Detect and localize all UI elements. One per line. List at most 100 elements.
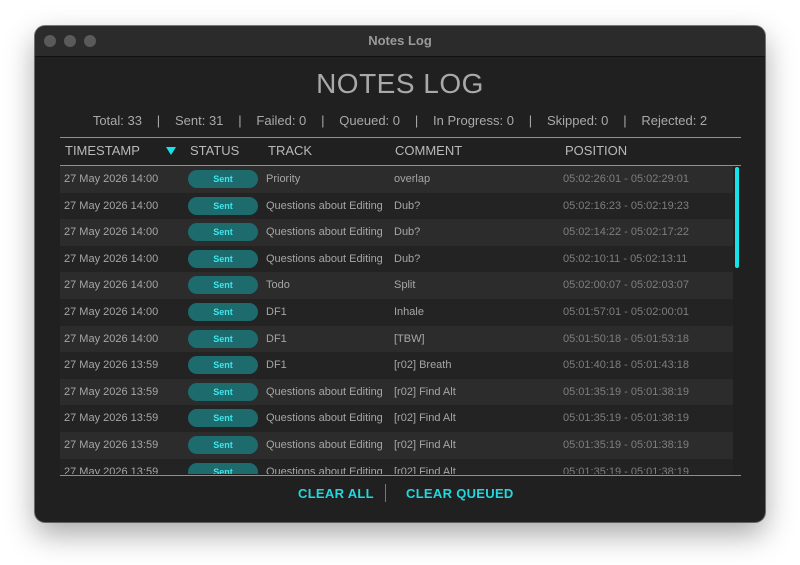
table-row[interactable]: 27 May 2026 13:59 Sent DF1 [r02] Breath 05:0… [60, 352, 733, 379]
stat-queued: Queued: 0 [339, 113, 401, 128]
timestamp-cell: 27 May 2026 14:00 [64, 252, 159, 265]
timestamp-cell: 27 May 2026 14:00 [64, 332, 159, 345]
track-cell: Questions about Editing [266, 412, 383, 425]
timestamp-cell: 27 May 2026 14:00 [64, 279, 159, 292]
table-row[interactable]: 27 May 2026 13:59 Sent Questions about Edi… [60, 458, 733, 474]
comment-cell: [r02] Find Alt [394, 385, 456, 398]
status-badge: Sent [188, 303, 258, 321]
status-badge: Sent [188, 170, 258, 188]
stat-rejected: Rejected: 2 [641, 113, 708, 128]
table-row[interactable]: 27 May 2026 13:59 Sent Questions about Edi… [60, 432, 733, 459]
track-cell: Questions about Editing [266, 385, 383, 398]
table-row[interactable]: 27 May 2026 14:00 Sent Questions about Edi… [60, 219, 733, 246]
track-cell: Priority [266, 173, 301, 185]
column-header-position[interactable]: POSITION [565, 143, 627, 158]
timestamp-cell: 27 May 2026 14:00 [64, 306, 159, 318]
table-bottom-divider [60, 475, 741, 476]
comment-cell: [TBW] [394, 332, 425, 345]
clear-queued-button[interactable]: CLEAR QUEUED [406, 486, 514, 501]
timestamp-cell: 27 May 2026 14:00 [64, 199, 159, 212]
comment-cell: [r02] Find Alt [394, 412, 456, 425]
timestamp-cell: 27 May 2026 14:00 [64, 226, 159, 239]
track-cell: Questions about Editing [266, 226, 383, 239]
timestamp-cell: 27 May 2026 13:59 [64, 439, 159, 451]
stat-separator: | [528, 113, 533, 128]
track-cell: DF1 [266, 359, 287, 372]
timestamp-cell: 27 May 2026 13:59 [64, 465, 159, 474]
comment-cell: overlap [394, 173, 431, 185]
page-title: NOTES LOG [316, 68, 484, 99]
position-cell: 05:01:35:19 - 05:01:38:19 [563, 385, 689, 398]
track-cell: Questions about Editing [266, 439, 383, 451]
comment-cell: Dub? [394, 252, 421, 265]
table-row[interactable]: 27 May 2026 13:59 Sent Questions about Edi… [60, 405, 733, 432]
position-cell: 05:01:50:18 - 05:01:53:18 [563, 332, 689, 345]
status-badge: Sent [188, 436, 258, 454]
column-header-comment[interactable]: COMMENT [395, 143, 462, 158]
comment-cell: Dub? [394, 199, 421, 212]
table-row[interactable]: 27 May 2026 14:00 Sent Questions about Edi… [60, 245, 733, 273]
stats-bar: Total: 33 | Sent: 31 | Failed: 0 | Queued: 0 | I… [35, 113, 765, 128]
track-cell: Questions about Editing [266, 465, 383, 474]
position-cell: 05:01:35:19 - 05:01:38:19 [563, 412, 689, 425]
scrollbar-thumb[interactable] [735, 167, 739, 268]
header-top-divider [60, 137, 741, 138]
comment-cell: Dub? [394, 226, 421, 239]
comment-cell: Split [394, 279, 416, 292]
window-title: Notes Log [368, 33, 432, 48]
position-cell: 05:02:10:11 - 05:02:13:11 [563, 252, 688, 265]
position-cell: 05:02:16:23 - 05:02:19:23 [563, 199, 689, 212]
sort-descending-icon[interactable] [166, 147, 176, 155]
stat-skipped: Skipped: 0 [546, 113, 609, 128]
table-row[interactable]: 27 May 2026 13:59 Sent Questions about Edi… [60, 378, 733, 406]
status-badge: Sent [188, 382, 258, 401]
position-cell: 05:01:35:19 - 05:01:38:19 [563, 465, 689, 474]
status-badge: Sent [188, 409, 258, 428]
timestamp-cell: 27 May 2026 14:00 [64, 173, 159, 185]
position-cell: 05:02:26:01 - 05:02:29:01 [563, 173, 689, 185]
track-cell: Questions about Editing [266, 199, 383, 212]
notes-log-window: Notes Log NOTES LOG Total: 33 | Sent: 31 | F… [35, 26, 765, 522]
stat-separator: | [321, 113, 325, 128]
stat-separator: | [156, 113, 161, 128]
status-badge: Sent [188, 276, 258, 295]
stat-separator: | [623, 113, 627, 128]
notes-table-body[interactable]: 27 May 2026 14:00 Sent Priority overlap 05:0… [60, 166, 733, 474]
timestamp-cell: 27 May 2026 13:59 [64, 385, 159, 398]
comment-cell: [r02] Breath [394, 359, 452, 372]
timestamp-cell: 27 May 2026 13:59 [64, 359, 159, 372]
timestamp-cell: 27 May 2026 13:59 [64, 412, 159, 425]
clear-all-button[interactable]: CLEAR ALL [298, 486, 374, 501]
track-cell: Todo [266, 279, 290, 292]
table-row[interactable]: 27 May 2026 14:00 Sent DF1 Inhale 05:01:57:0… [60, 299, 733, 326]
column-header-timestamp[interactable]: TIMESTAMP [65, 143, 140, 158]
title-bar[interactable]: Notes Log [35, 26, 765, 57]
status-badge: Sent [188, 356, 258, 375]
position-cell: 05:01:35:19 - 05:01:38:19 [563, 439, 689, 451]
status-badge: Sent [188, 223, 258, 242]
stat-separator: | [414, 113, 419, 128]
stat-failed: Failed: 0 [256, 113, 307, 128]
comment-cell: [r02] Find Alt [394, 465, 456, 474]
table-row[interactable]: 27 May 2026 14:00 Sent Questions about Edi… [60, 192, 733, 220]
status-badge: Sent [188, 196, 258, 215]
track-cell: Questions about Editing [266, 252, 383, 265]
position-cell: 05:02:00:07 - 05:02:03:07 [563, 279, 689, 292]
stat-sent: Sent: 31 [174, 113, 224, 128]
button-divider [385, 484, 386, 502]
column-header-status[interactable]: STATUS [190, 143, 239, 158]
table-row[interactable]: 27 May 2026 14:00 Sent Priority overlap 05:0… [60, 166, 733, 193]
position-cell: 05:01:40:18 - 05:01:43:18 [563, 359, 689, 372]
track-cell: DF1 [266, 332, 287, 345]
stat-total: Total: 33 [92, 113, 142, 128]
table-row[interactable]: 27 May 2026 14:00 Sent Todo Split 05:02:00:0… [60, 272, 733, 299]
position-cell: 05:01:57:01 - 05:02:00:01 [563, 306, 689, 318]
comment-cell: Inhale [394, 306, 424, 318]
track-cell: DF1 [266, 306, 287, 318]
stat-in-progress: In Progress: 0 [433, 113, 514, 128]
status-badge: Sent [188, 462, 258, 474]
position-cell: 05:02:14:22 - 05:02:17:22 [563, 226, 689, 239]
status-badge: Sent [188, 329, 258, 348]
column-header-track[interactable]: TRACK [268, 143, 312, 158]
table-row[interactable]: 27 May 2026 14:00 Sent DF1 [TBW] 05:01:50:18… [60, 325, 733, 353]
